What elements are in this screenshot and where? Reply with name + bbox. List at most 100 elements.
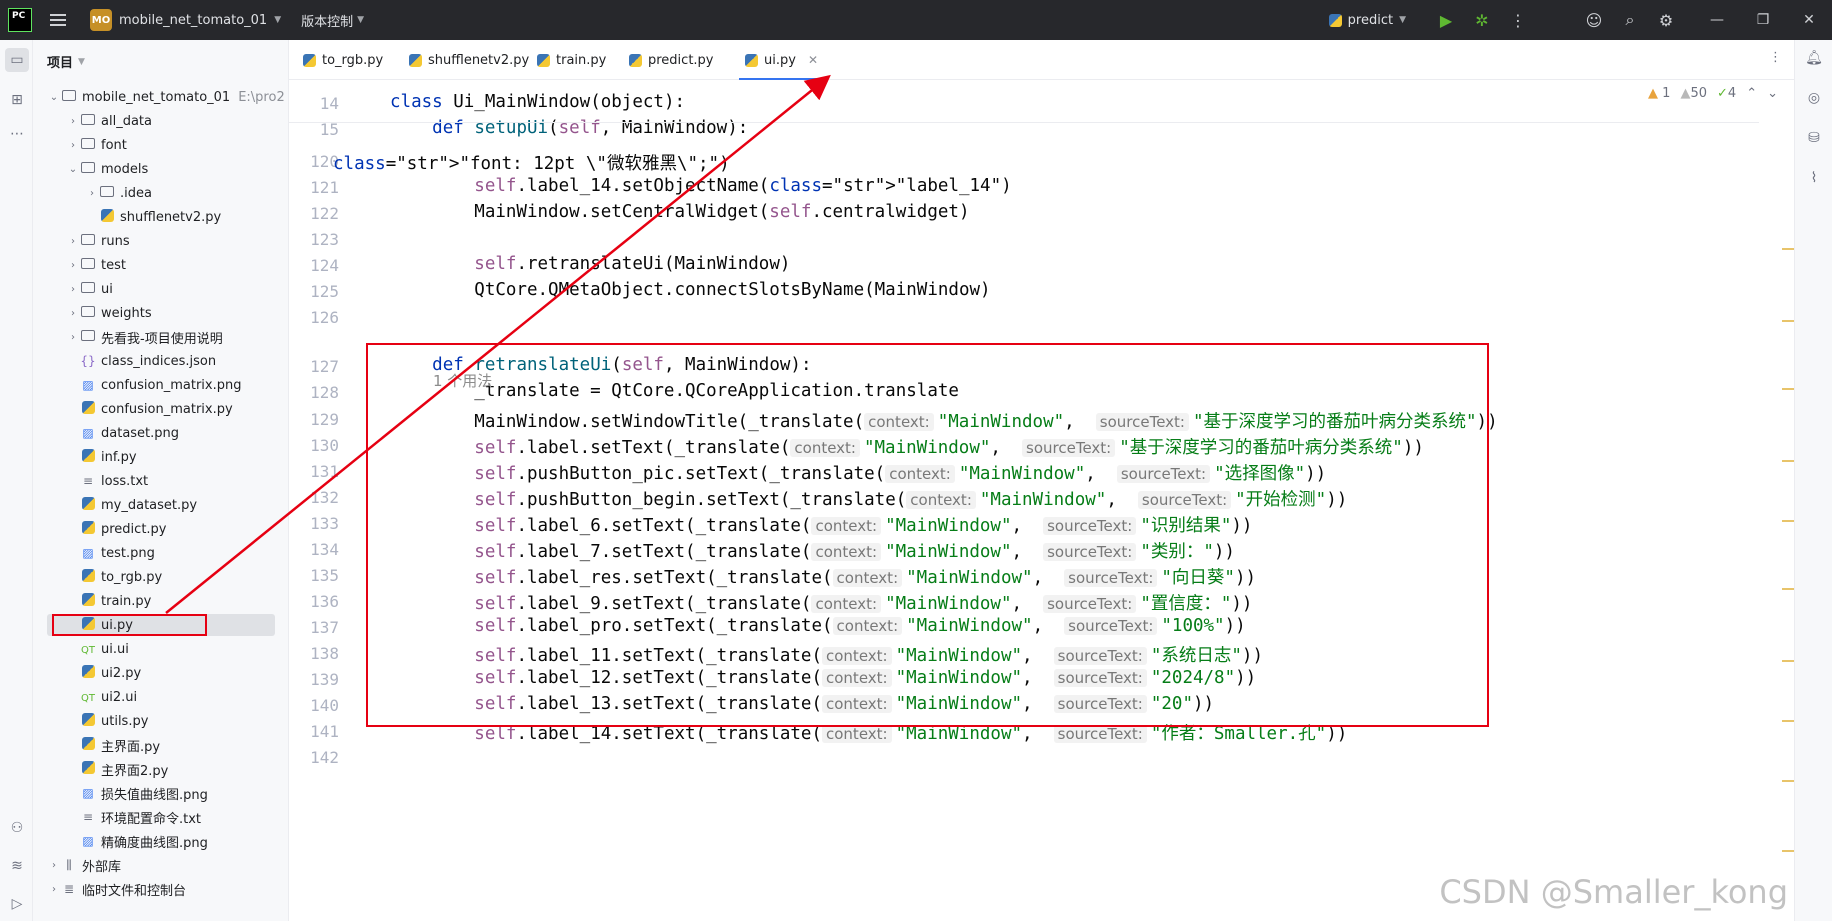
tree-item[interactable]: › 先看我-项目使用说明 xyxy=(33,325,289,349)
tree-item[interactable]: › ⫼ 外部库 xyxy=(33,853,289,877)
add-user-icon[interactable]: ☺ xyxy=(1576,11,1612,30)
text-file-icon: ≡ xyxy=(82,474,94,488)
run-icon[interactable]: ▶ xyxy=(1428,11,1464,30)
tree-item[interactable]: ▨ 损失值曲线图.png xyxy=(33,781,289,805)
pycharm-logo-icon[interactable]: PC xyxy=(8,8,32,32)
more-tools-icon[interactable]: ⋯ xyxy=(5,122,29,146)
python-packages-icon[interactable]: ⚇ xyxy=(5,816,29,840)
tree-item[interactable]: to_rgb.py xyxy=(33,565,289,589)
ide-window: PC MO mobile_net_tomato_01 ▼ 版本控制 ▼ pred… xyxy=(0,0,1832,921)
chevron-right-icon[interactable]: › xyxy=(47,860,61,871)
settings-gear-icon[interactable]: ⚙ xyxy=(1648,11,1684,30)
tab-train-py[interactable]: train.py xyxy=(531,40,612,80)
chevron-right-icon[interactable]: › xyxy=(66,116,80,127)
python-file-icon xyxy=(303,53,316,67)
annotation-box-retranslate xyxy=(366,343,1489,727)
tree-item-label: 先看我-项目使用说明 xyxy=(101,331,223,347)
left-tool-strip: ▭ ⊞ ⋯ ⚇ ≋ ▷ xyxy=(0,40,33,921)
tree-item[interactable]: › font xyxy=(33,133,289,157)
line-number: 122 xyxy=(310,204,339,223)
chevron-right-icon[interactable]: › xyxy=(66,236,80,247)
tree-item[interactable]: ⌄ models xyxy=(33,157,289,181)
tab-shufflenetv2-py[interactable]: shufflenetv2.py xyxy=(403,40,535,80)
run-config-selector[interactable]: predict ▼ xyxy=(1328,13,1406,28)
tree-item[interactable]: utils.py xyxy=(33,709,289,733)
minimize-icon[interactable]: — xyxy=(1694,12,1740,28)
close-icon[interactable]: ✕ xyxy=(808,53,818,67)
line-number: 135 xyxy=(310,566,339,585)
image-file-icon: ▨ xyxy=(82,378,94,392)
tree-item-label: weights xyxy=(101,305,152,321)
chevron-right-icon[interactable]: › xyxy=(66,308,80,319)
tree-item[interactable]: ▨ 精确度曲线图.png xyxy=(33,829,289,853)
tree-item[interactable]: › weights xyxy=(33,301,289,325)
chevron-down-icon[interactable]: ⌄ xyxy=(1767,86,1778,101)
chevron-right-icon[interactable]: › xyxy=(85,188,99,199)
layers-icon[interactable]: ≋ xyxy=(5,854,29,878)
tree-item-label: train.py xyxy=(101,593,152,609)
tree-item[interactable]: ≡ loss.txt xyxy=(33,469,289,493)
vcs-menu[interactable]: 版本控制 ▼ xyxy=(301,11,364,30)
inspection-widget[interactable]: ▲ 1 ▲50 ✓4 ⌃ ⌄ xyxy=(1648,86,1778,101)
tree-item[interactable]: QT ui2.ui xyxy=(33,685,289,709)
chevron-right-icon[interactable]: › xyxy=(66,284,80,295)
restore-icon[interactable]: ❐ xyxy=(1740,12,1786,28)
tree-item[interactable]: predict.py xyxy=(33,517,289,541)
chevron-down-icon[interactable]: ⌄ xyxy=(47,92,61,103)
tree-item[interactable]: ▨ dataset.png xyxy=(33,421,289,445)
tree-item[interactable]: › .idea xyxy=(33,181,289,205)
tree-item[interactable]: ▨ confusion_matrix.png xyxy=(33,373,289,397)
ai-assistant-icon[interactable]: ◎ xyxy=(1804,90,1824,110)
tab-to_rgb-py[interactable]: to_rgb.py xyxy=(297,40,389,80)
tab-ui-py[interactable]: ui.py ✕ xyxy=(739,40,824,81)
project-tool-icon[interactable]: ▭ xyxy=(5,48,29,72)
tree-item[interactable]: › test xyxy=(33,253,289,277)
debug-icon[interactable]: ✲ xyxy=(1464,11,1500,30)
chevron-right-icon[interactable]: › xyxy=(66,260,80,271)
chevron-up-icon[interactable]: ⌃ xyxy=(1746,86,1757,101)
line-number: 127 xyxy=(310,357,339,376)
tree-item-label: .idea xyxy=(120,185,152,201)
services-icon[interactable]: ▷ xyxy=(5,892,29,916)
sciview-icon[interactable]: ⌇ xyxy=(1804,170,1824,190)
notifications-icon[interactable]: 🔔︎ xyxy=(1804,50,1824,70)
search-icon[interactable]: ⌕ xyxy=(1612,10,1648,30)
code-editor[interactable]: ▲ 1 ▲50 ✓4 ⌃ ⌄ 14 class Ui_MainWindow(obj… xyxy=(289,80,1794,921)
chevron-right-icon[interactable]: › xyxy=(47,884,61,895)
tree-item[interactable]: confusion_matrix.py xyxy=(33,397,289,421)
project-panel-header[interactable]: 项目 ▼ xyxy=(47,52,85,71)
chevron-right-icon[interactable]: › xyxy=(66,140,80,151)
python-file-icon xyxy=(80,737,96,753)
tab-predict-py[interactable]: predict.py xyxy=(623,40,720,80)
more-actions-icon[interactable]: ⋮ xyxy=(1500,11,1536,30)
chevron-down-icon[interactable]: ⌄ xyxy=(66,164,80,175)
tree-item[interactable]: › runs xyxy=(33,229,289,253)
tree-item[interactable]: inf.py xyxy=(33,445,289,469)
tree-item[interactable]: 主界面2.py xyxy=(33,757,289,781)
tree-item[interactable]: ui2.py xyxy=(33,661,289,685)
scrollbar-markers[interactable] xyxy=(1782,160,1794,920)
tree-root[interactable]: ⌄ mobile_net_tomato_01 E:\pro2 xyxy=(33,85,289,109)
tree-item[interactable]: › ≣ 临时文件和控制台 xyxy=(33,877,289,901)
tree-item[interactable]: ▨ test.png xyxy=(33,541,289,565)
tab-options-icon[interactable]: ⋮ xyxy=(1769,50,1782,65)
tree-item[interactable]: 主界面.py xyxy=(33,733,289,757)
tree-item[interactable]: {} class_indices.json xyxy=(33,349,289,373)
project-selector[interactable]: MO mobile_net_tomato_01 ▼ xyxy=(90,9,281,31)
structure-tool-icon[interactable]: ⊞ xyxy=(5,88,29,112)
tree-item-label: 主界面.py xyxy=(101,739,161,755)
main-menu-icon[interactable] xyxy=(50,14,66,26)
tree-item[interactable]: QT ui.ui xyxy=(33,637,289,661)
tree-item[interactable]: ≡ 环境配置命令.txt xyxy=(33,805,289,829)
tree-item[interactable]: shufflenetv2.py xyxy=(33,205,289,229)
tree-item[interactable]: › all_data xyxy=(33,109,289,133)
tree-item[interactable]: › ui xyxy=(33,277,289,301)
database-icon[interactable]: ⛁ xyxy=(1804,130,1824,150)
folder-icon xyxy=(99,186,115,200)
tree-item[interactable]: my_dataset.py xyxy=(33,493,289,517)
close-icon[interactable]: ✕ xyxy=(1786,12,1832,28)
python-file-icon xyxy=(80,449,96,465)
code-line: def setupUi(self, MainWindow): xyxy=(432,118,749,138)
tree-item[interactable]: train.py xyxy=(33,589,289,613)
chevron-right-icon[interactable]: › xyxy=(66,332,80,343)
